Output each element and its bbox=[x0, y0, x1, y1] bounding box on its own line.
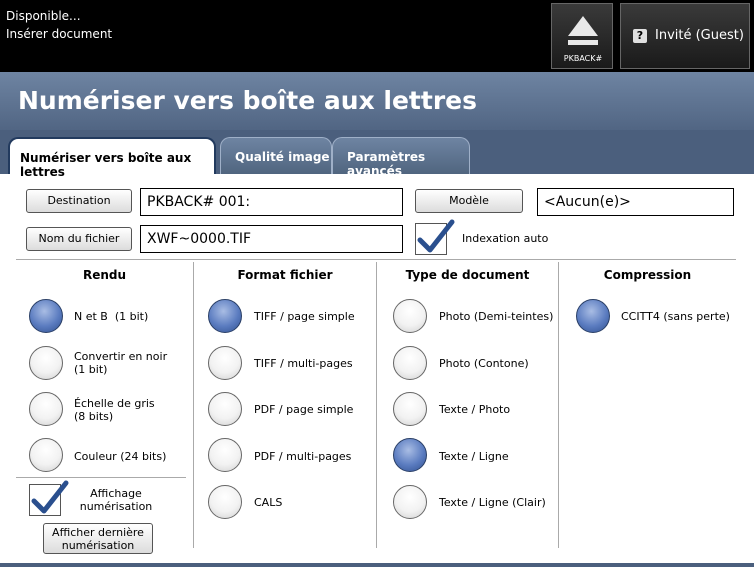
eject-button[interactable]: PKBACK# bbox=[551, 3, 613, 69]
radio-label: Texte / Ligne bbox=[439, 450, 509, 463]
model-button[interactable]: Modèle bbox=[415, 189, 523, 213]
radio-ccitt4[interactable] bbox=[576, 299, 610, 333]
checkmark-icon bbox=[31, 480, 69, 514]
show-last-scan-button[interactable]: Afficher dernière numérisation bbox=[43, 523, 153, 554]
top-status-bar: Disponible... Insérer document PKBACK# ?… bbox=[0, 0, 754, 72]
radio-label: Convertir en noir (1 bit) bbox=[74, 350, 168, 376]
scan-display-label: Affichage numérisation bbox=[79, 487, 153, 513]
radio-pdf-single[interactable] bbox=[208, 392, 242, 426]
radio-bw-1bit[interactable] bbox=[29, 299, 63, 333]
radio-label: Texte / Ligne (Clair) bbox=[439, 496, 546, 509]
eject-label: PKBACK# bbox=[563, 54, 603, 63]
file-format-heading: Format fichier bbox=[237, 268, 333, 282]
radio-label: Photo (Contone) bbox=[439, 357, 529, 370]
radio-text-photo[interactable] bbox=[393, 392, 427, 426]
tab-advanced-settings[interactable]: Paramètres avancés bbox=[332, 137, 470, 178]
scan-display-checkbox[interactable] bbox=[29, 480, 69, 516]
radio-label: PDF / multi-pages bbox=[254, 450, 352, 463]
document-type-heading: Type de document bbox=[405, 268, 530, 282]
eject-icon bbox=[568, 16, 598, 36]
column-divider bbox=[376, 262, 377, 548]
divider bbox=[16, 477, 186, 478]
guest-login-button[interactable]: ? Invité (Guest) bbox=[620, 3, 750, 69]
radio-label: Texte / Photo bbox=[439, 403, 511, 416]
radio-pdf-multi[interactable] bbox=[208, 438, 242, 472]
tab-scan-to-mailbox[interactable]: Numériser vers boîte aux lettres bbox=[8, 137, 216, 179]
radio-cals[interactable] bbox=[208, 485, 242, 519]
guest-label: Invité (Guest) bbox=[655, 28, 744, 43]
eject-icon-bar bbox=[568, 40, 598, 45]
destination-button[interactable]: Destination bbox=[26, 189, 132, 213]
destination-field[interactable]: PKBACK# 001: bbox=[140, 188, 403, 216]
radio-label: CALS bbox=[254, 496, 283, 509]
page-title: Numériser vers boîte aux lettres bbox=[18, 86, 477, 115]
radio-label: N et B (1 bit) bbox=[74, 310, 149, 323]
radio-grayscale[interactable] bbox=[29, 392, 63, 426]
filename-button[interactable]: Nom du fichier bbox=[26, 227, 132, 251]
machine-status: Disponible... Insérer document bbox=[6, 7, 112, 43]
radio-photo-contone[interactable] bbox=[393, 346, 427, 380]
radio-label: TIFF / page simple bbox=[254, 310, 355, 323]
filename-field[interactable]: XWF~0000.TIF bbox=[140, 225, 403, 253]
status-line-1: Disponible... bbox=[6, 9, 81, 23]
column-divider bbox=[193, 262, 194, 548]
radio-label: Échelle de gris (8 bits) bbox=[74, 397, 155, 423]
radio-label: Photo (Demi-teintes) bbox=[439, 310, 554, 323]
tab-image-quality[interactable]: Qualité image bbox=[220, 137, 332, 174]
rendering-heading: Rendu bbox=[82, 268, 127, 282]
auto-index-checkbox[interactable] bbox=[415, 219, 455, 255]
radio-tiff-multi[interactable] bbox=[208, 346, 242, 380]
auto-index-label: Indexation auto bbox=[462, 232, 549, 245]
model-field[interactable]: <Aucun(e)> bbox=[537, 188, 734, 216]
radio-color-24bit[interactable] bbox=[29, 438, 63, 472]
radio-label: TIFF / multi-pages bbox=[254, 357, 353, 370]
radio-tiff-single[interactable] bbox=[208, 299, 242, 333]
radio-label: PDF / page simple bbox=[254, 403, 354, 416]
compression-heading: Compression bbox=[603, 268, 692, 282]
bottom-border bbox=[0, 563, 754, 567]
checkmark-icon bbox=[417, 219, 455, 253]
radio-label: CCITT4 (sans perte) bbox=[621, 310, 730, 323]
radio-text-line[interactable] bbox=[393, 438, 427, 472]
radio-label: Couleur (24 bits) bbox=[74, 450, 167, 463]
column-divider bbox=[558, 262, 559, 548]
status-line-2: Insérer document bbox=[6, 27, 113, 41]
question-icon: ? bbox=[633, 29, 647, 43]
divider bbox=[16, 259, 736, 260]
radio-convert-black[interactable] bbox=[29, 346, 63, 380]
radio-photo-halftone[interactable] bbox=[393, 299, 427, 333]
radio-text-line-light[interactable] bbox=[393, 485, 427, 519]
